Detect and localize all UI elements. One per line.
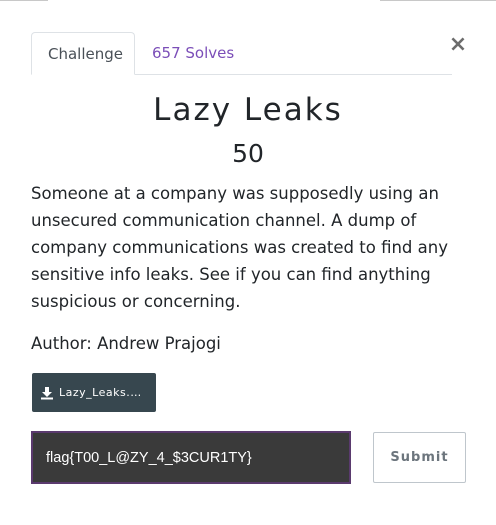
challenge-tabs: Challenge 657 Solves xyxy=(31,32,452,75)
download-icon xyxy=(41,386,53,399)
tab-challenge[interactable]: Challenge xyxy=(31,32,135,75)
flag-input[interactable] xyxy=(31,431,351,484)
download-file-button[interactable]: Lazy_Leaks.pcapng xyxy=(32,373,156,412)
challenge-title: Lazy Leaks xyxy=(153,92,343,128)
tab-solves[interactable]: 657 Solves xyxy=(136,32,250,74)
submit-button[interactable]: Submit xyxy=(373,432,466,483)
file-name-label: Lazy_Leaks.pcapng xyxy=(59,386,148,399)
challenge-author: Author: Andrew Prajogi xyxy=(31,334,221,353)
challenge-modal: × Challenge 657 Solves Lazy Leaks 50 Som… xyxy=(0,0,496,525)
challenge-value: 50 xyxy=(232,139,264,168)
challenge-description: Someone at a company was supposedly usin… xyxy=(31,184,448,311)
